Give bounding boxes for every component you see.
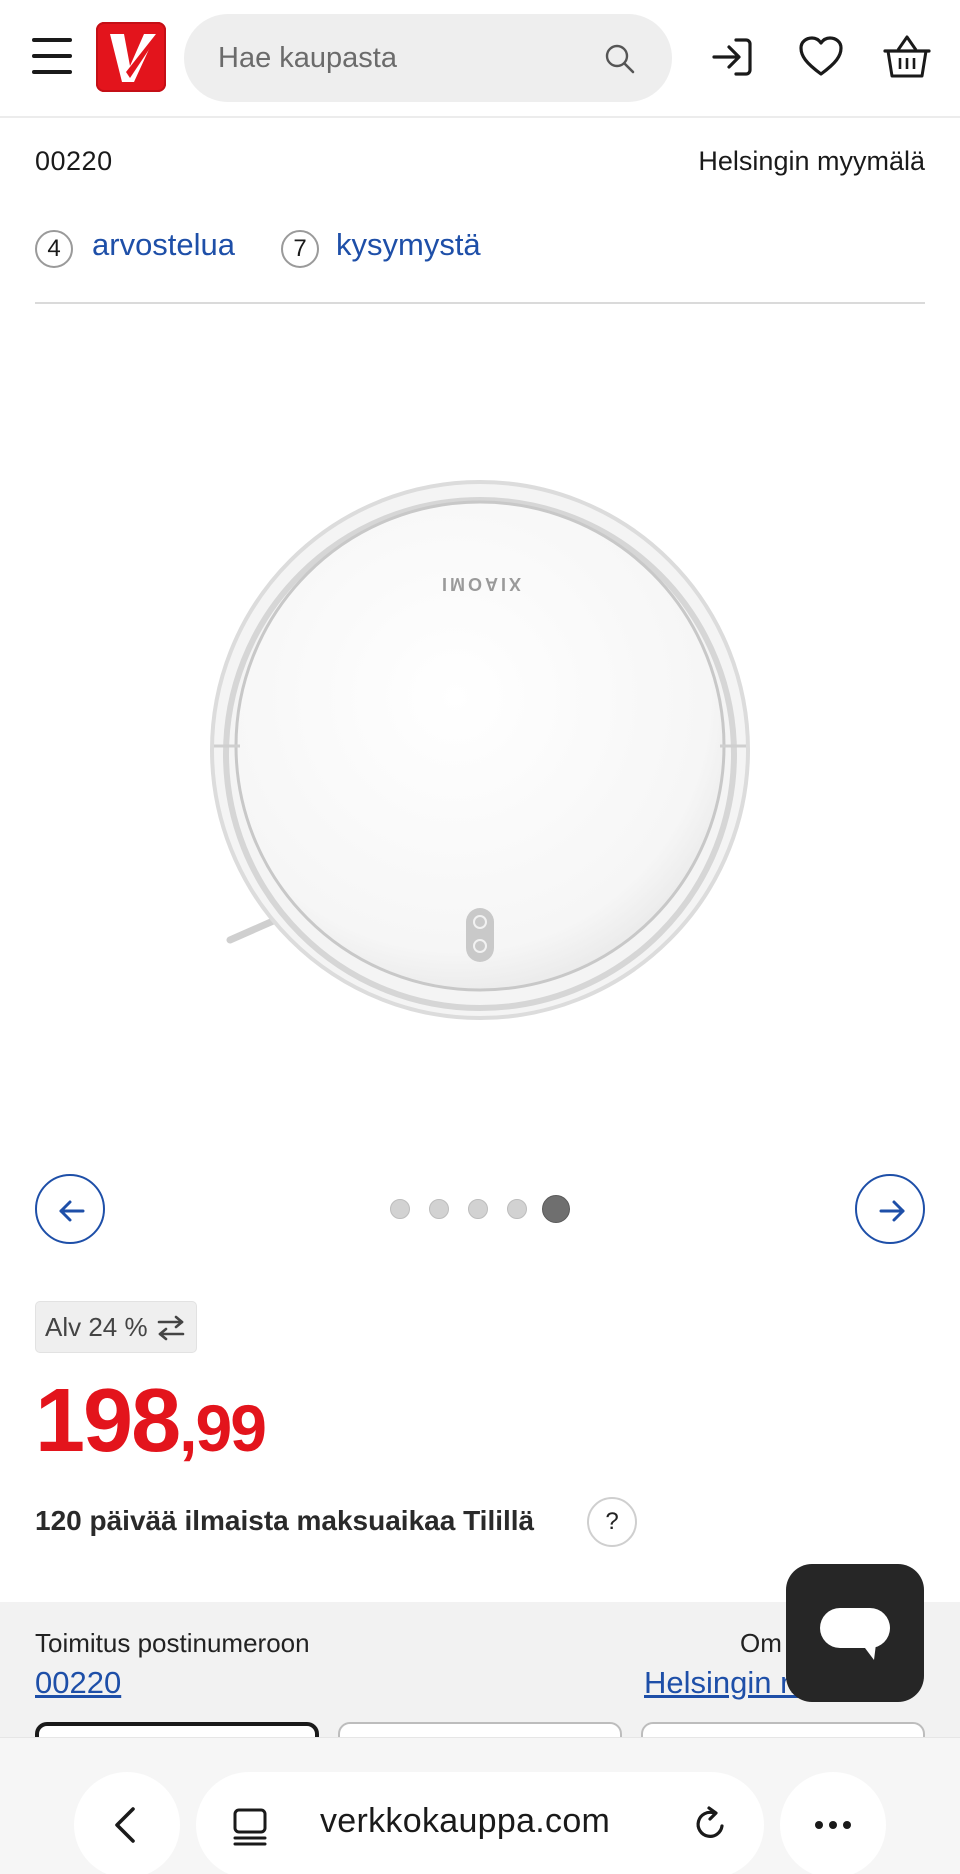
chevron-left-icon xyxy=(115,1807,135,1843)
price-integer: 198 xyxy=(35,1371,181,1471)
basket-icon[interactable] xyxy=(882,32,932,82)
vat-toggle[interactable]: Alv 24 % xyxy=(35,1301,197,1353)
carousel-dot[interactable] xyxy=(507,1199,527,1219)
price: 198,99 xyxy=(35,1370,267,1473)
more-dots-icon xyxy=(815,1821,851,1829)
verkkokauppa-logo[interactable] xyxy=(96,22,166,92)
reviews-link[interactable]: arvostelua xyxy=(92,227,235,263)
vat-label: Alv 24 % xyxy=(45,1312,148,1342)
price-decimals: ,99 xyxy=(179,1391,267,1465)
question-count-badge: 7 xyxy=(281,230,319,268)
swap-icon xyxy=(157,1315,184,1341)
review-count-badge: 4 xyxy=(35,230,73,268)
carousel-dots xyxy=(390,1195,574,1224)
carousel-dot[interactable] xyxy=(542,1195,570,1223)
carousel-dot[interactable] xyxy=(390,1199,410,1219)
arrow-right-icon xyxy=(879,1200,905,1222)
previous-image-button[interactable] xyxy=(35,1174,105,1244)
reload-icon[interactable] xyxy=(690,1804,730,1844)
divider xyxy=(35,302,925,304)
store-name[interactable]: Helsingin myymälä xyxy=(698,146,925,177)
search-input[interactable] xyxy=(218,14,588,102)
payment-help-button[interactable]: ? xyxy=(587,1497,637,1547)
site-header xyxy=(0,0,960,118)
brand-label: XIAOMI xyxy=(439,574,521,594)
browser-back-button[interactable] xyxy=(74,1772,180,1874)
address-bar[interactable]: verkkokauppa.com xyxy=(196,1772,764,1874)
delivery-label: Toimitus postinumeroon xyxy=(35,1628,310,1658)
questions-link[interactable]: kysymystä xyxy=(336,227,481,263)
browser-more-button[interactable] xyxy=(780,1772,886,1874)
product-image[interactable]: XIAOMI xyxy=(200,470,760,1030)
carousel-dot[interactable] xyxy=(468,1199,488,1219)
postal-code[interactable]: 00220 xyxy=(35,146,113,177)
carousel-dot[interactable] xyxy=(429,1199,449,1219)
delivery-postal-link[interactable]: 00220 xyxy=(35,1665,121,1701)
tabs-icon[interactable] xyxy=(230,1806,270,1846)
search-box[interactable] xyxy=(184,14,672,102)
url-text[interactable]: verkkokauppa.com xyxy=(320,1802,610,1841)
pickup-label: Om xyxy=(740,1628,782,1658)
menu-icon[interactable] xyxy=(32,36,74,76)
next-image-button[interactable] xyxy=(855,1174,925,1244)
chat-button[interactable] xyxy=(786,1564,924,1702)
arrow-left-icon xyxy=(59,1200,85,1222)
search-icon[interactable] xyxy=(604,43,636,75)
payment-terms-text: 120 päivää ilmaista maksuaikaa Tilillä xyxy=(35,1505,535,1536)
heart-icon[interactable] xyxy=(796,32,846,82)
login-icon[interactable] xyxy=(708,32,758,82)
product-page: 00220 Helsingin myymälä 4 arvostelua 7 k… xyxy=(0,0,960,1874)
chat-icon xyxy=(820,1608,890,1660)
